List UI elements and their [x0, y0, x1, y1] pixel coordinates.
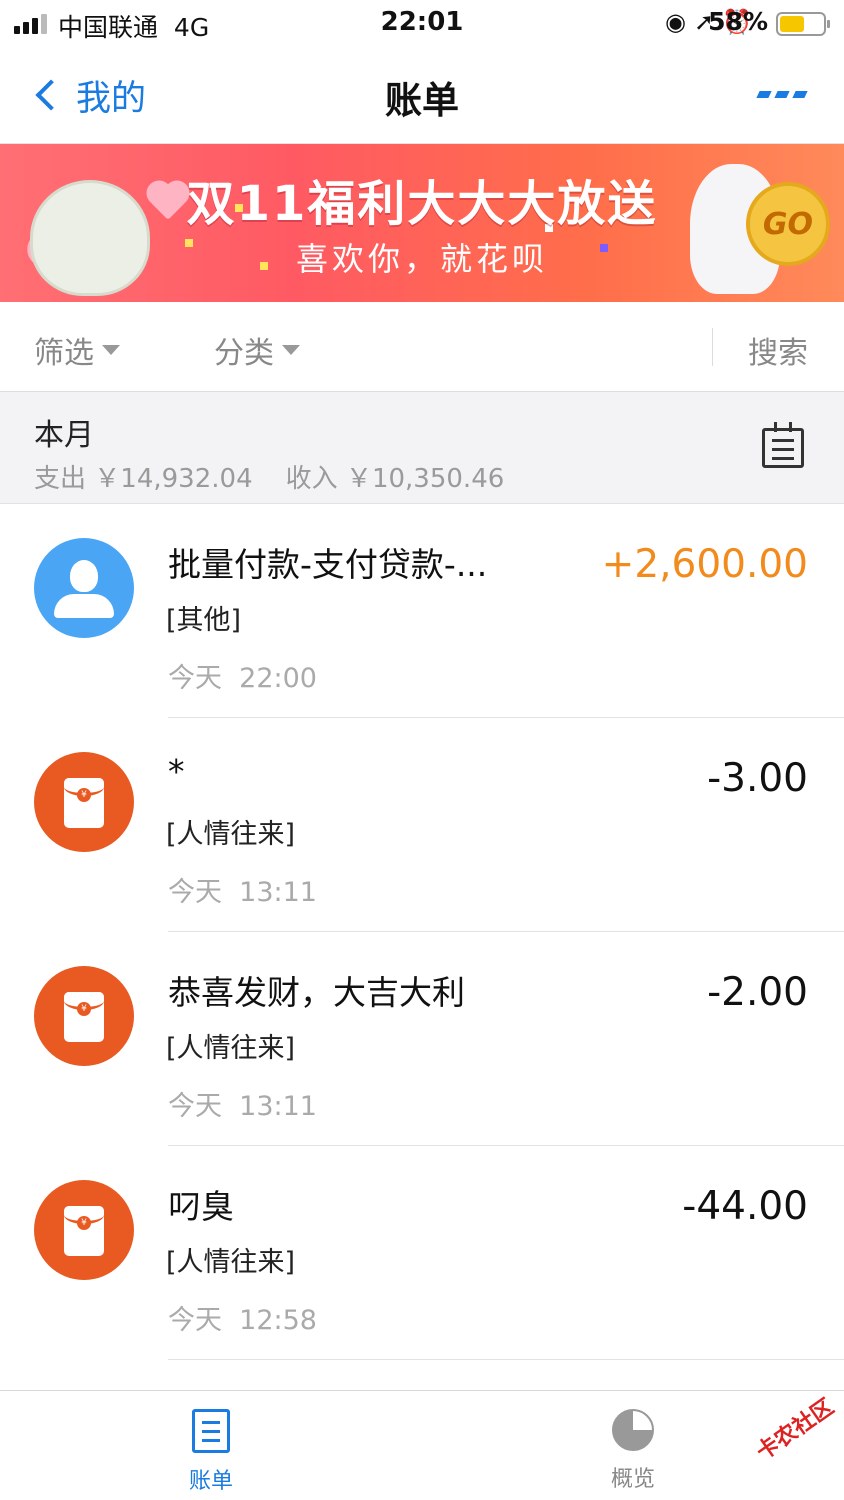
transaction-amount: -2.00: [707, 970, 808, 1015]
tab-bar: 账单 概览: [0, 1390, 844, 1500]
divider: [712, 328, 713, 366]
red-packet-icon: ¥: [34, 1180, 134, 1280]
transaction-day: 今天: [168, 663, 222, 694]
transaction-row[interactable]: ¥ 恭喜发财，大吉大利 [人情往来] 今天 13:11 -2.00: [0, 932, 844, 1146]
nav-bar: 我的 账单: [0, 48, 844, 144]
transaction-amount: -3.00: [707, 756, 808, 801]
transaction-amount: -44.00: [682, 1184, 808, 1229]
transaction-category: [人情往来]: [166, 1033, 296, 1064]
more-dots-icon: [756, 91, 772, 98]
filter-label: 筛选: [34, 336, 94, 371]
transaction-category: [人情往来]: [166, 819, 296, 850]
month-title: 本月: [34, 418, 94, 453]
caret-down-icon: [102, 345, 120, 355]
promo-banner[interactable]: 双11福利大大大放送 喜欢你，就花呗: [0, 144, 844, 302]
expense-amount: ￥14,932.04: [94, 464, 253, 494]
person-icon: [34, 538, 134, 638]
page-title: 账单: [385, 79, 459, 122]
tab-bill-label: 账单: [188, 1469, 233, 1494]
income-label: 收入: [285, 464, 338, 494]
battery-fill: [780, 16, 804, 32]
transaction-title: 叼臭: [168, 1187, 234, 1226]
battery-percent: 58%: [708, 7, 768, 36]
category-label: 分类: [214, 336, 274, 371]
transaction-row[interactable]: ¥ 叼臭 [人情往来] 今天 12:58 -44.00: [0, 1146, 844, 1360]
transaction-clock: 13:11: [239, 877, 317, 908]
transaction-row[interactable]: 批量付款-支付贷款-... [其他] 今天 22:00 +2,600.00: [0, 504, 844, 718]
calendar-icon[interactable]: [762, 422, 804, 468]
go-button[interactable]: GO: [746, 182, 830, 266]
transaction-clock: 22:00: [239, 663, 317, 694]
caret-down-icon: [282, 345, 300, 355]
pie-chart-icon: [612, 1409, 654, 1451]
status-bar: 中国联通 4G 22:01 ◉➚⏰ 58%: [0, 0, 844, 48]
transaction-amount: +2,600.00: [601, 542, 808, 587]
transaction-day: 今天: [168, 1305, 222, 1336]
transaction-day: 今天: [168, 1091, 222, 1122]
income-amount: ￥10,350.46: [345, 464, 505, 494]
banner-title: 双11福利大大大放送: [186, 176, 658, 232]
transaction-day: 今天: [168, 877, 222, 908]
tab-overview[interactable]: 概览: [573, 1409, 693, 1493]
month-totals: 支出 ￥14,932.04 收入 ￥10,350.46: [34, 458, 504, 495]
category-dropdown[interactable]: 分类: [214, 328, 300, 372]
transaction-time: 今天 12:58: [168, 1298, 317, 1337]
transaction-row[interactable]: ¥ * [人情往来] 今天 13:11 -3.00: [0, 718, 844, 932]
more-button[interactable]: [756, 91, 808, 98]
bill-icon: [192, 1409, 230, 1453]
transaction-time: 今天 13:11: [168, 870, 317, 909]
banner-subtitle: 喜欢你，就花呗: [295, 240, 548, 278]
transaction-time: 今天 22:00: [168, 656, 317, 695]
divider: [168, 1359, 844, 1360]
transaction-category: [人情往来]: [166, 1247, 296, 1278]
filter-dropdown[interactable]: 筛选: [34, 328, 120, 372]
transaction-time: 今天 13:11: [168, 1084, 317, 1123]
tab-bill[interactable]: 账单: [151, 1409, 271, 1495]
transaction-title: 批量付款-支付贷款-...: [168, 545, 488, 584]
month-summary: 本月 支出 ￥14,932.04 收入 ￥10,350.46: [0, 392, 844, 504]
transaction-clock: 13:11: [239, 1091, 317, 1122]
orientation-lock-icon: ◉: [665, 8, 694, 36]
red-packet-icon: ¥: [34, 752, 134, 852]
transaction-title: *: [168, 752, 185, 791]
battery-icon: [776, 12, 830, 36]
tab-overview-label: 概览: [610, 1467, 655, 1492]
filter-bar: 筛选 分类 搜索: [0, 302, 844, 392]
transaction-clock: 12:58: [239, 1305, 317, 1336]
search-button[interactable]: 搜索: [748, 328, 808, 372]
transaction-category: [其他]: [166, 605, 242, 636]
transaction-title: 恭喜发财，大吉大利: [168, 973, 465, 1012]
expense-label: 支出: [34, 464, 87, 494]
red-packet-icon: ¥: [34, 966, 134, 1066]
